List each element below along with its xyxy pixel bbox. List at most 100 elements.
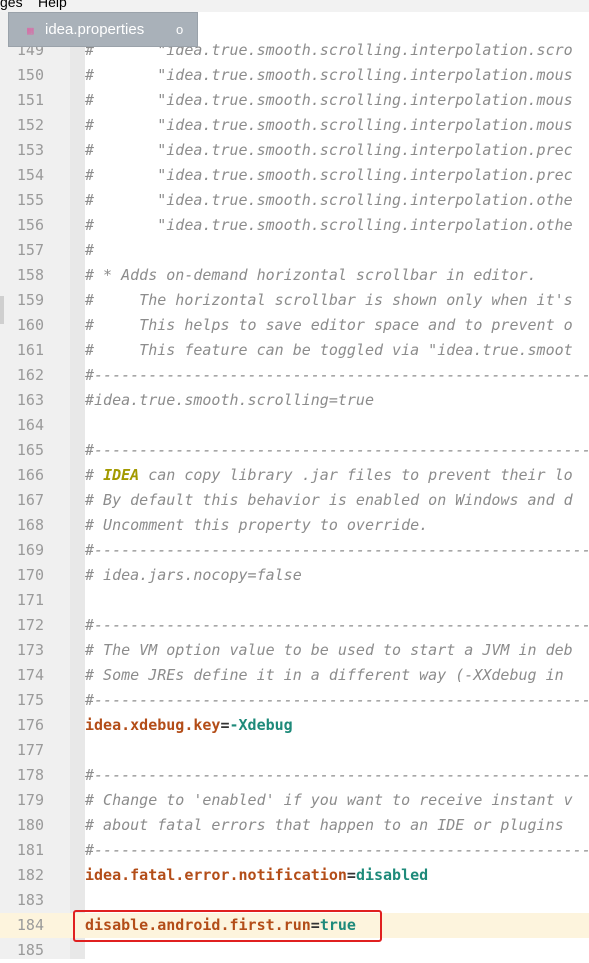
comment-line: #idea.true.smooth.scrolling=true: [85, 391, 374, 409]
code-line[interactable]: 159 # The horizontal scrollbar is shown o…: [0, 288, 589, 313]
tab-filename: idea.properties: [45, 21, 145, 38]
code-line[interactable]: 162 #------------------------------------…: [0, 363, 589, 388]
code-line[interactable]: 156 # "idea.true.smooth.scrolling.interpo…: [0, 213, 589, 238]
comment-line: #---------------------------------------…: [85, 541, 589, 559]
comment-text: #: [85, 466, 104, 484]
comment-line: #: [85, 241, 95, 259]
line-number: 183: [16, 891, 44, 909]
line-number: 157: [16, 241, 44, 259]
code-line[interactable]: 163 #idea.true.smooth.scrolling=true: [0, 388, 589, 413]
property-key: idea.fatal.error.notification: [85, 866, 347, 884]
comment-line: # * Adds on-demand horizontal scrollbar …: [85, 266, 537, 284]
code-line[interactable]: 154 # "idea.true.smooth.scrolling.interpo…: [0, 163, 589, 188]
property-value: disabled: [355, 866, 429, 884]
line-number: 154: [16, 166, 44, 184]
line-number: 161: [16, 341, 44, 359]
property-key: idea.xdebug.key: [85, 716, 221, 734]
code-line[interactable]: 169 #------------------------------------…: [0, 538, 589, 563]
line-number: 158: [16, 266, 44, 284]
code-line[interactable]: 161 # This feature can be toggled via "id…: [0, 338, 589, 363]
line-number: 181: [16, 841, 44, 859]
property-value: -Xdebug: [229, 716, 293, 734]
code-line[interactable]: 171: [0, 588, 589, 613]
code-line[interactable]: 176 idea.xdebug.key=-Xdebug: [0, 713, 589, 738]
menu-item-help[interactable]: Help: [38, 0, 67, 10]
line-number: 169: [16, 541, 44, 559]
line-number: 153: [16, 141, 44, 159]
comment-line: # Uncomment this property to override.: [85, 516, 429, 534]
property-line: idea.xdebug.key=-Xdebug: [85, 713, 293, 738]
comment-line: # "idea.true.smooth.scrolling.interpolat…: [85, 191, 573, 209]
line-number: 156: [16, 216, 44, 234]
code-line[interactable]: 175 #------------------------------------…: [0, 688, 589, 713]
code-line[interactable]: 157 #: [0, 238, 589, 263]
comment-line: # The horizontal scrollbar is shown only…: [85, 291, 573, 309]
comment-text: can copy library .jar files to prevent t…: [139, 466, 573, 484]
line-number: 171: [16, 591, 44, 609]
comment-line: #---------------------------------------…: [85, 616, 589, 634]
line-number: 152: [16, 116, 44, 134]
line-number: 174: [16, 666, 44, 684]
comment-line: # This feature can be toggled via "idea.…: [85, 341, 573, 359]
code-line[interactable]: 165 #------------------------------------…: [0, 438, 589, 463]
comment-line: # Some JREs define it in a different way…: [85, 666, 564, 684]
code-line[interactable]: 177: [0, 738, 589, 763]
code-line[interactable]: 181 #------------------------------------…: [0, 838, 589, 863]
line-number: 179: [16, 791, 44, 809]
line-number: 175: [16, 691, 44, 709]
comment-line: # The VM option value to be used to star…: [85, 641, 573, 659]
code-line[interactable]: 173 # The VM option value to be used to s…: [0, 638, 589, 663]
code-line[interactable]: 158 # * Adds on-demand horizontal scrollb…: [0, 263, 589, 288]
comment-line: # "idea.true.smooth.scrolling.interpolat…: [85, 216, 573, 234]
code-line[interactable]: 179 # Change to 'enabled' if you want to …: [0, 788, 589, 813]
line-number: 150: [16, 66, 44, 84]
line-number: 164: [16, 416, 44, 434]
comment-line: # Change to 'enabled' if you want to rec…: [85, 791, 573, 809]
code-line[interactable]: 170 # idea.jars.nocopy=false: [0, 563, 589, 588]
comment-line: #---------------------------------------…: [85, 366, 589, 384]
menu-item-ges[interactable]: ges: [0, 0, 23, 10]
equals-sign: =: [220, 716, 230, 734]
comment-line: #---------------------------------------…: [85, 441, 589, 459]
line-number: 168: [16, 516, 44, 534]
comment-line: # IDEA can copy library .jar files to pr…: [85, 463, 573, 488]
comment-line: # "idea.true.smooth.scrolling.interpolat…: [85, 141, 573, 159]
line-number: 182: [16, 866, 44, 884]
comment-line: # "idea.true.smooth.scrolling.interpolat…: [85, 166, 573, 184]
code-line[interactable]: 167 # By default this behavior is enabled…: [0, 488, 589, 513]
equals-sign: =: [346, 866, 356, 884]
properties-file-icon: ▦: [27, 24, 34, 37]
todo-keyword: IDEA: [103, 466, 140, 484]
tab-idea-properties[interactable]: ▦ idea.properties o: [8, 12, 198, 47]
line-number: 163: [16, 391, 44, 409]
line-number: 151: [16, 91, 44, 109]
code-line[interactable]: 180 # about fatal errors that happen to a…: [0, 813, 589, 838]
line-number: 184: [8, 913, 44, 938]
highlight-annotation-box: [73, 910, 382, 942]
code-line[interactable]: 172 #------------------------------------…: [0, 613, 589, 638]
code-line[interactable]: 182 idea.fatal.error.notification=disable…: [0, 863, 589, 888]
code-line[interactable]: 166 # IDEA can copy library .jar files to…: [0, 463, 589, 488]
line-number: 165: [16, 441, 44, 459]
line-number: 160: [16, 316, 44, 334]
code-line[interactable]: 174 # Some JREs define it in a different …: [0, 663, 589, 688]
code-line[interactable]: 155 # "idea.true.smooth.scrolling.interpo…: [0, 188, 589, 213]
code-line[interactable]: 164: [0, 413, 589, 438]
line-number: 185: [16, 941, 44, 959]
line-number: 159: [16, 291, 44, 309]
comment-line: #---------------------------------------…: [85, 841, 589, 859]
code-line[interactable]: 150 # "idea.true.smooth.scrolling.interpo…: [0, 63, 589, 88]
comment-line: #---------------------------------------…: [85, 691, 589, 709]
line-number: 172: [16, 616, 44, 634]
code-line[interactable]: 178 #------------------------------------…: [0, 763, 589, 788]
code-line[interactable]: 152 # "idea.true.smooth.scrolling.interpo…: [0, 113, 589, 138]
close-tab-icon[interactable]: o: [176, 22, 183, 37]
code-line[interactable]: 168 # Uncomment this property to override…: [0, 513, 589, 538]
comment-line: # By default this behavior is enabled on…: [85, 491, 573, 509]
line-number: 173: [16, 641, 44, 659]
code-line[interactable]: 160 # This helps to save editor space and…: [0, 313, 589, 338]
comment-line: # "idea.true.smooth.scrolling.interpolat…: [85, 66, 573, 84]
line-number: 177: [16, 741, 44, 759]
code-line[interactable]: 151 # "idea.true.smooth.scrolling.interpo…: [0, 88, 589, 113]
code-line[interactable]: 153 # "idea.true.smooth.scrolling.interpo…: [0, 138, 589, 163]
